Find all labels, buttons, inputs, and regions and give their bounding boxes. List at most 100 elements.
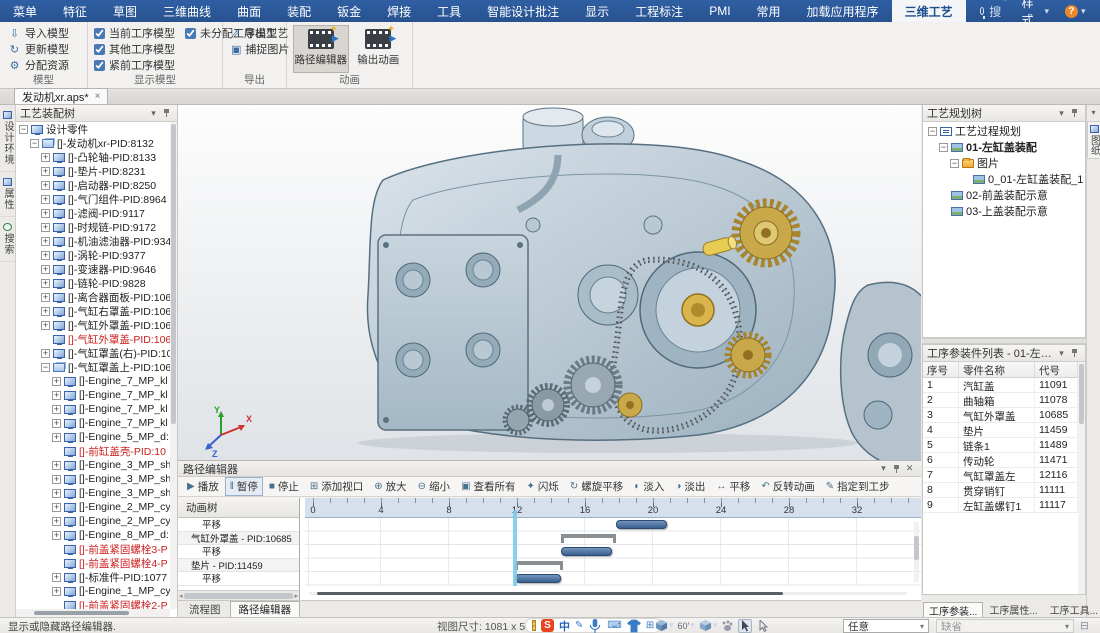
gantt-bar[interactable] [561, 534, 615, 543]
tree-item[interactable]: 03-上盖装配示意 [925, 203, 1083, 219]
model-tool-button[interactable]: ↻更新模型 [6, 41, 81, 57]
export-tool-button[interactable]: ▣捕捉图片 [229, 41, 280, 57]
animation-row[interactable]: 平移 [178, 572, 299, 586]
menu-item[interactable]: 工程标注 [622, 0, 696, 22]
expander-icon[interactable] [30, 139, 39, 148]
path-tool-button[interactable]: ◐ 淡入 [629, 477, 669, 496]
chevron-down-icon[interactable]: ▾ [1055, 108, 1068, 119]
table-row[interactable]: 6 传动轮 11471 [923, 453, 1078, 468]
horizontal-scrollbar[interactable] [16, 609, 170, 617]
left-vertical-tab[interactable]: 设计环境 [0, 105, 15, 172]
checkbox[interactable] [94, 28, 105, 39]
tree-item[interactable]: []-发动机xr-PID:8132 [16, 136, 170, 150]
tree-item[interactable]: []-变速器-PID:9646 [16, 262, 170, 276]
table-row[interactable]: 7 气缸罩盖左 12116 [923, 468, 1078, 483]
right-bottom-tab[interactable]: 工序参装... [923, 602, 983, 617]
pen-icon[interactable]: ✎ [575, 620, 583, 631]
tree-item[interactable]: []-前盖紧固螺栓4-P [16, 556, 170, 570]
path-tool-button[interactable]: ■ 停止 [264, 477, 304, 496]
tree-item[interactable]: []-Engine_7_MP_kl [16, 402, 170, 416]
menu-item[interactable]: 加载应用程序 [794, 0, 892, 22]
tree-item[interactable]: []-Engine_5_MP_d: [16, 430, 170, 444]
expander-icon[interactable] [52, 503, 61, 512]
path-tool-button[interactable]: ✦ 闪烁 [522, 477, 564, 496]
menu-item[interactable]: 显示 [572, 0, 622, 22]
expander-icon[interactable] [41, 251, 50, 260]
menu-item[interactable]: 钣金 [324, 0, 374, 22]
horizontal-scrollbar[interactable] [309, 592, 907, 595]
select-cursor-icon[interactable] [738, 619, 752, 633]
default-dropdown[interactable]: 缺省▾ [936, 619, 1074, 633]
expander-icon[interactable] [939, 207, 948, 216]
animation-row[interactable]: 气缸外罩盖 - PID:10685 [178, 532, 299, 546]
table-row[interactable]: 1 汽缸盖 11091 [923, 378, 1078, 393]
microphone-icon[interactable] [588, 619, 602, 633]
expander-icon[interactable] [41, 209, 50, 218]
animation-row[interactable]: 垫片 - PID:11459 [178, 559, 299, 573]
menu-item[interactable]: 菜单 [0, 0, 50, 22]
expander-icon[interactable] [52, 419, 61, 428]
tree-item[interactable]: 设计零件 [16, 122, 170, 136]
table-row[interactable]: 3 气缸外罩盖 10685 [923, 408, 1078, 423]
checkbox[interactable] [94, 44, 105, 55]
right-vertical-tab[interactable]: 图纸 [1087, 121, 1100, 159]
tree-item[interactable]: []-气缸罩盖(右)-PID:10 [16, 346, 170, 360]
expander-icon[interactable] [52, 461, 61, 470]
tree-item[interactable]: []-Engine_1_MP_cy [16, 584, 170, 598]
expander-icon[interactable] [19, 125, 28, 134]
tree-item[interactable]: []-离合器面板-PID:106 [16, 290, 170, 304]
expander-icon[interactable] [52, 573, 61, 582]
playhead[interactable] [513, 510, 517, 586]
tree-item[interactable]: []-Engine_7_MP_kl [16, 416, 170, 430]
expander-icon[interactable] [52, 489, 61, 498]
tree-item[interactable]: 0_01-左缸盖装配_17.93: [925, 171, 1083, 187]
menu-item[interactable]: 曲面 [224, 0, 274, 22]
expander-icon[interactable] [939, 143, 948, 152]
column-header[interactable]: 序号 [923, 362, 959, 377]
tree-item[interactable]: []-涡轮-PID:9377 [16, 248, 170, 262]
menu-item[interactable]: 常用 [744, 0, 794, 22]
filter-dropdown[interactable]: 任意▾ [843, 619, 929, 633]
expander-icon[interactable] [41, 153, 50, 162]
export-tool-button[interactable]: ⇗导出工艺 [229, 25, 280, 41]
table-row[interactable]: 8 贯穿销钉 11111 [923, 483, 1078, 498]
ruler-icon[interactable] [532, 620, 536, 631]
expander-icon[interactable] [41, 195, 50, 204]
tree-item[interactable]: []-Engine_3_MP_sh [16, 486, 170, 500]
expander-icon[interactable] [52, 391, 61, 400]
tree-item[interactable]: []-链轮-PID:9828 [16, 276, 170, 290]
tree-item[interactable]: []-Engine_8_MP_d: [16, 528, 170, 542]
tree-item[interactable]: []-前盖紧固螺栓2-P [16, 598, 170, 609]
grid-icon[interactable]: ⊞ [646, 620, 654, 631]
tree-item[interactable]: []-Engine_7_MP_kl [16, 374, 170, 388]
expander-icon[interactable] [52, 447, 61, 456]
path-tool-button[interactable]: ⊕ 放大 [369, 477, 411, 496]
model-tool-button[interactable]: ⇩导入模型 [6, 25, 81, 41]
expander-icon[interactable] [41, 321, 50, 330]
left-vertical-tab[interactable]: 属性 [0, 172, 15, 217]
expander-icon[interactable] [52, 433, 61, 442]
table-row[interactable]: 5 链条1 11489 [923, 438, 1078, 453]
animation-big-button[interactable]: ✦▶ 输出动画 [351, 25, 407, 73]
table-row[interactable]: 2 曲轴箱 11078 [923, 393, 1078, 408]
tree-item[interactable]: []-滤阀-PID:9117 [16, 206, 170, 220]
expander-icon[interactable] [41, 335, 50, 344]
path-tool-button[interactable]: ‖ 暂停 [225, 477, 263, 496]
display-model-checkbox[interactable]: 当前工序模型 [94, 25, 175, 41]
tree-item[interactable]: 01-左缸盖装配 [925, 139, 1083, 155]
table-row[interactable]: 4 垫片 11459 [923, 423, 1078, 438]
chevron-down-icon[interactable]: ▾ [1087, 105, 1100, 119]
skin-shirt-icon[interactable] [627, 619, 641, 633]
path-tool-button[interactable]: ▣ 查看所有 [456, 477, 520, 496]
tree-item[interactable]: []-Engine_3_MP_sh [16, 458, 170, 472]
gantt-bar[interactable] [561, 547, 612, 556]
close-icon[interactable]: ✕ [903, 463, 916, 474]
tree-item[interactable]: 图片 [925, 155, 1083, 171]
structure-icon[interactable]: ⊟ [1080, 620, 1089, 632]
menu-item[interactable]: 工具 [424, 0, 474, 22]
tree-item[interactable]: []-气缸右罩盖-PID:106 [16, 304, 170, 318]
expander-icon[interactable] [961, 175, 970, 184]
tree-item[interactable]: []-启动器-PID:8250 [16, 178, 170, 192]
view-cube-icon[interactable]: ▾ [655, 619, 674, 632]
animation-big-button[interactable]: ✦▶ 路径编辑器 [293, 25, 349, 73]
